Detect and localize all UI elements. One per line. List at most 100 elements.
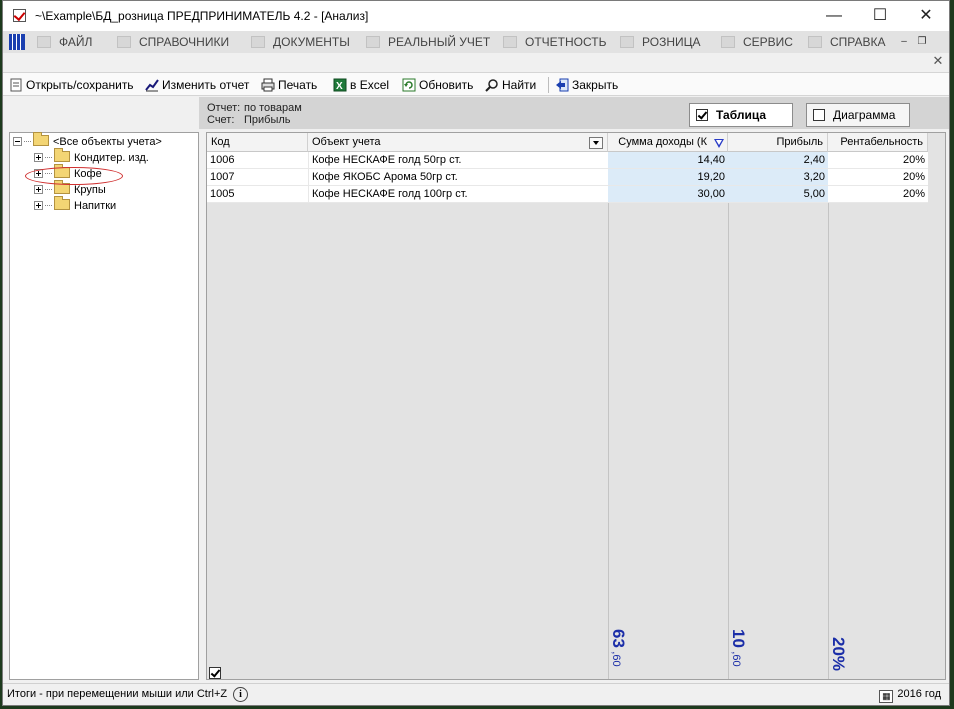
- report-info: Отчет: по товарам Счет: Прибыль: [207, 102, 302, 126]
- cell-income[interactable]: 19,20: [608, 169, 728, 186]
- year-label: 2016 год: [897, 688, 941, 700]
- maximize-button[interactable]: ☐: [857, 1, 903, 31]
- find-button[interactable]: Найти: [485, 76, 536, 94]
- open-document-icon: [9, 78, 23, 92]
- tree-connector: [45, 189, 52, 190]
- info-icon[interactable]: i: [233, 687, 248, 702]
- toolbar: Открыть/сохранить Изменить отчет Печать …: [3, 72, 949, 96]
- print-button[interactable]: Печать: [261, 76, 317, 94]
- view-table-label: Таблица: [716, 108, 767, 122]
- view-table-checkbox[interactable]: [696, 109, 708, 121]
- view-chart-checkbox[interactable]: [813, 109, 825, 121]
- cell-income[interactable]: 30,00: [608, 186, 728, 203]
- account-label: Счет:: [207, 114, 235, 126]
- cell-income[interactable]: 14,40: [608, 152, 728, 169]
- sort-descending-icon[interactable]: [714, 139, 724, 148]
- find-label: Найти: [502, 78, 537, 92]
- menu-real-accounting[interactable]: РЕАЛЬНЫЙ УЧЕТ: [366, 31, 490, 53]
- cell-object[interactable]: Кофе НЕСКАФЕ голд 50гр ст.: [308, 152, 608, 169]
- cell-code[interactable]: 1005: [207, 186, 308, 203]
- menu-service[interactable]: СЕРВИС: [721, 31, 793, 53]
- menu-help-label: СПРАВКА: [830, 35, 886, 49]
- close-report-button[interactable]: Закрыть: [555, 76, 618, 94]
- tree-node[interactable]: Напитки: [34, 196, 117, 214]
- cell-profit[interactable]: 5,00: [728, 186, 828, 203]
- report-icon: [503, 36, 517, 48]
- svg-text:X: X: [336, 81, 343, 92]
- menu-help[interactable]: СПРАВКА: [808, 31, 886, 53]
- tree-node[interactable]: Кондитер. изд.: [34, 148, 149, 166]
- window-title: ~\Example\БД_розница ПРЕДПРИНИМАТЕЛЬ 4.2…: [35, 9, 369, 23]
- total-income-int: 63: [609, 629, 628, 648]
- expand-icon[interactable]: [34, 153, 43, 162]
- total-profit-frac: ,60: [730, 651, 742, 667]
- app-logo-icon[interactable]: [9, 34, 25, 50]
- cell-profit[interactable]: 3,20: [728, 169, 828, 186]
- menu-real-accounting-label: РЕАЛЬНЫЙ УЧЕТ: [388, 35, 491, 49]
- total-margin: 20%: [828, 637, 848, 671]
- view-chart-toggle[interactable]: Диаграмма: [806, 103, 910, 127]
- tree-node-label: Напитки: [74, 200, 117, 212]
- menu-service-label: СЕРВИС: [743, 35, 793, 49]
- collapse-icon[interactable]: [13, 137, 22, 146]
- cell-margin[interactable]: 20%: [828, 186, 928, 203]
- refresh-label: Обновить: [419, 78, 474, 92]
- ledger-icon: [366, 36, 380, 48]
- header-profit[interactable]: Прибыль: [728, 133, 828, 152]
- excel-button[interactable]: Xв Excel: [333, 76, 389, 94]
- home-icon: [117, 36, 131, 48]
- tree-node[interactable]: Крупы: [34, 180, 106, 198]
- tree-node-label: Крупы: [74, 184, 106, 196]
- refresh-button[interactable]: Обновить: [402, 76, 473, 94]
- cell-object[interactable]: Кофе ЯКОБС Арома 50гр ст.: [308, 169, 608, 186]
- menu-documents[interactable]: ДОКУМЕНТЫ: [251, 31, 350, 53]
- mdi-minimize-button[interactable]: –: [897, 35, 911, 49]
- cell-object[interactable]: Кофе НЕСКАФЕ голд 100гр ст.: [308, 186, 608, 203]
- header-code[interactable]: Код: [207, 133, 308, 152]
- document-strip: ✕: [3, 53, 949, 71]
- search-icon: [485, 78, 499, 92]
- margin-column-area: [828, 133, 928, 679]
- cell-margin[interactable]: 20%: [828, 152, 928, 169]
- menu-directories[interactable]: СПРАВОЧНИКИ: [117, 31, 229, 53]
- view-table-toggle[interactable]: Таблица: [689, 103, 793, 127]
- income-column-area: [608, 133, 728, 679]
- tree-root-node[interactable]: <Все объекты учета>: [13, 132, 162, 150]
- account-value: Прибыль: [244, 114, 291, 126]
- show-totals-checkbox[interactable]: [209, 667, 221, 679]
- edit-report-button[interactable]: Изменить отчет: [145, 76, 249, 94]
- menu-file[interactable]: ФАЙЛ: [37, 31, 92, 53]
- header-object[interactable]: Объект учета: [308, 133, 608, 152]
- minimize-button[interactable]: —: [811, 1, 857, 31]
- app-checkmark-icon[interactable]: [13, 9, 26, 22]
- tree-connector: [24, 141, 31, 142]
- profit-column-area: [728, 133, 828, 679]
- document-close-button[interactable]: ✕: [931, 54, 945, 68]
- filter-dropdown-icon[interactable]: [589, 137, 603, 149]
- cell-code[interactable]: 1007: [207, 169, 308, 186]
- menu-reporting-label: ОТЧЕТНОСТЬ: [525, 35, 607, 49]
- open-save-button[interactable]: Открыть/сохранить: [9, 76, 134, 94]
- close-window-button[interactable]: ✕: [903, 1, 949, 31]
- tree-root-label: <Все объекты учета>: [53, 136, 162, 148]
- menu-bar: ФАЙЛ СПРАВОЧНИКИ ДОКУМЕНТЫ РЕАЛЬНЫЙ УЧЕТ…: [3, 31, 949, 53]
- tree-node-label: Кондитер. изд.: [74, 152, 149, 164]
- expand-icon[interactable]: [34, 185, 43, 194]
- header-income[interactable]: Сумма доходы (К: [608, 133, 728, 152]
- menu-retail[interactable]: РОЗНИЦА: [620, 31, 701, 53]
- report-label: Отчет:: [207, 102, 241, 114]
- exit-icon: [555, 78, 569, 92]
- status-hint: Итоги - при перемещении мыши или Ctrl+Z: [7, 688, 228, 700]
- calendar-icon: ▦: [879, 690, 894, 703]
- grid-empty-area: [207, 133, 608, 679]
- cell-profit[interactable]: 2,40: [728, 152, 828, 169]
- menu-reporting[interactable]: ОТЧЕТНОСТЬ: [503, 31, 606, 53]
- folder-icon: [37, 36, 51, 48]
- cell-code[interactable]: 1006: [207, 152, 308, 169]
- header-margin[interactable]: Рентабельность: [828, 133, 928, 152]
- excel-label: в Excel: [350, 78, 390, 92]
- mdi-restore-button[interactable]: ❐: [915, 35, 929, 49]
- expand-icon[interactable]: [34, 201, 43, 210]
- cell-margin[interactable]: 20%: [828, 169, 928, 186]
- status-year[interactable]: ▦ 2016 год: [879, 688, 941, 703]
